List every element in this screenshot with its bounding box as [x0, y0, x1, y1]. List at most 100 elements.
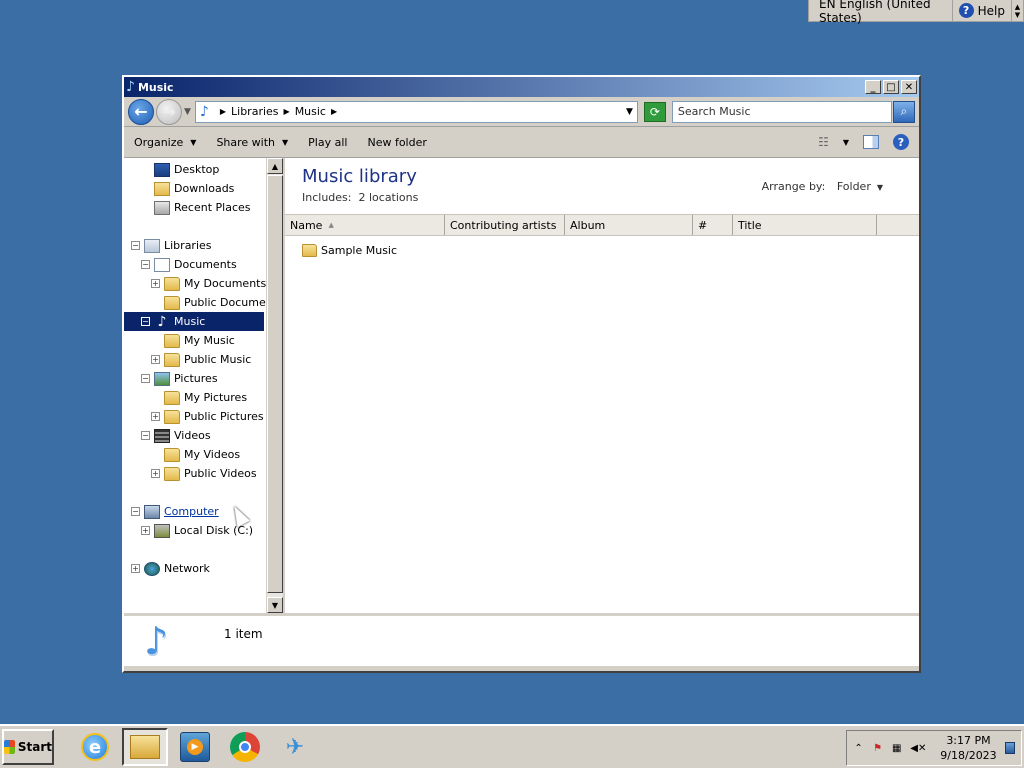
folder-icon: [130, 735, 160, 759]
nav-item-documents[interactable]: − Documents: [141, 255, 237, 274]
new-folder-button[interactable]: New folder: [367, 136, 426, 149]
nav-item-public-pictures[interactable]: + Public Pictures: [151, 407, 264, 426]
column-header-album[interactable]: Album: [565, 215, 693, 235]
help-icon[interactable]: ?: [893, 134, 909, 150]
collapse-icon[interactable]: −: [141, 260, 150, 269]
breadcrumb-separator-icon[interactable]: ▶: [284, 107, 290, 116]
column-header-title[interactable]: Title: [733, 215, 877, 235]
taskbar-internet-explorer[interactable]: e: [72, 728, 118, 766]
paper-plane-icon: ✈: [285, 734, 305, 760]
media-player-icon: ▶: [180, 732, 210, 762]
documents-library-icon: [154, 257, 170, 272]
address-field[interactable]: ♪ ▶ Libraries ▶ Music ▶ ▼: [194, 100, 638, 123]
nav-item-my-pictures[interactable]: My Pictures: [151, 388, 247, 407]
nav-item-downloads[interactable]: Downloads: [154, 179, 234, 198]
start-button[interactable]: Start: [2, 729, 54, 765]
view-dropdown-icon[interactable]: ▼: [843, 138, 849, 147]
nav-item-recent-places[interactable]: Recent Places: [154, 198, 251, 217]
item-count: 1 item: [224, 627, 263, 641]
nav-item-public-documents[interactable]: Public Documents: [151, 293, 266, 312]
nav-item-desktop[interactable]: Desktop: [154, 160, 219, 179]
nav-item-label: Public Music: [184, 353, 252, 366]
recent-pages-dropdown[interactable]: ▼: [184, 107, 191, 117]
preview-pane-icon[interactable]: [863, 135, 879, 149]
forward-button[interactable]: →: [156, 98, 182, 125]
expand-icon[interactable]: +: [151, 412, 160, 421]
collapse-icon[interactable]: −: [131, 507, 140, 516]
includes-locations-link[interactable]: 2 locations: [358, 191, 418, 204]
expand-icon[interactable]: +: [151, 469, 160, 478]
nav-item-public-videos[interactable]: + Public Videos: [151, 464, 257, 483]
search-input[interactable]: Search Music: [671, 100, 892, 123]
scroll-down-icon[interactable]: ▼: [267, 597, 283, 613]
nav-item-network[interactable]: + Network: [131, 559, 210, 578]
chevron-down-icon: ▼: [190, 137, 197, 147]
search-icon[interactable]: ⌕: [892, 100, 915, 123]
langbar-help-button[interactable]: ? Help: [953, 0, 1012, 21]
expand-icon[interactable]: +: [151, 355, 160, 364]
expand-icon[interactable]: +: [151, 279, 160, 288]
minimize-button[interactable]: _: [865, 80, 881, 94]
nav-item-libraries[interactable]: − Libraries: [131, 236, 212, 255]
nav-item-pictures[interactable]: − Pictures: [141, 369, 218, 388]
play-all-button[interactable]: Play all: [308, 136, 347, 149]
collapse-icon[interactable]: −: [141, 431, 150, 440]
list-item[interactable]: Sample Music: [302, 244, 397, 257]
network-status-icon[interactable]: ▦: [891, 741, 902, 755]
scroll-thumb[interactable]: [267, 175, 283, 593]
expand-icon[interactable]: +: [131, 564, 140, 573]
nav-item-my-documents[interactable]: + My Documents: [151, 274, 266, 293]
nav-item-label: Public Videos: [184, 467, 257, 480]
organize-button[interactable]: Organize ▼: [134, 136, 196, 149]
column-header-name[interactable]: Name ▲: [285, 215, 445, 235]
view-options-icon[interactable]: ☷: [818, 135, 829, 149]
breadcrumb-music[interactable]: Music: [295, 105, 326, 118]
nav-item-music[interactable]: − ♪ Music: [124, 312, 264, 331]
share-with-button[interactable]: Share with ▼: [216, 136, 288, 149]
show-desktop-button[interactable]: [1004, 742, 1015, 754]
action-center-icon[interactable]: ⚑: [872, 741, 883, 755]
column-header-number[interactable]: #: [693, 215, 733, 235]
nav-item-videos[interactable]: − Videos: [141, 426, 211, 445]
show-hidden-icons-icon[interactable]: ⌃: [853, 741, 864, 755]
taskbar-app[interactable]: ✈: [272, 728, 318, 766]
column-header-contributing-artists[interactable]: Contributing artists: [445, 215, 565, 235]
title-bar[interactable]: ♪ Music _ □ ✕: [124, 77, 919, 97]
nav-item-label: Desktop: [174, 163, 220, 176]
nav-item-public-music[interactable]: + Public Music: [151, 350, 251, 369]
back-button[interactable]: ←: [128, 98, 154, 125]
refresh-button[interactable]: ⟳: [643, 101, 666, 122]
breadcrumb-libraries[interactable]: Libraries: [231, 105, 279, 118]
taskbar-media-player[interactable]: ▶: [172, 728, 218, 766]
arrange-by-dropdown[interactable]: Folder ▼: [837, 180, 883, 193]
folder-icon: [302, 244, 317, 257]
help-label: Help: [977, 3, 1005, 18]
share-with-label: Share with: [216, 135, 276, 149]
breadcrumb-separator-icon[interactable]: ▶: [220, 107, 226, 116]
chrome-icon: [230, 732, 260, 762]
taskbar-chrome[interactable]: [222, 728, 268, 766]
breadcrumb-separator-icon[interactable]: ▶: [331, 107, 337, 116]
clock-time: 3:17 PM: [946, 734, 991, 747]
nav-scrollbar[interactable]: ▲ ▼: [266, 158, 283, 613]
taskbar-windows-explorer[interactable]: [122, 728, 168, 766]
scroll-up-icon[interactable]: ▲: [267, 158, 283, 174]
expand-icon[interactable]: +: [141, 526, 150, 535]
langbar-options-icon[interactable]: ▲ ▼: [1012, 0, 1023, 21]
address-dropdown-icon[interactable]: ▼: [626, 107, 633, 117]
maximize-button[interactable]: □: [883, 80, 899, 94]
nav-item-label: Public Documents: [184, 296, 266, 309]
language-selector[interactable]: EN English (United States): [809, 0, 953, 25]
nav-item-computer[interactable]: − Computer: [131, 502, 219, 521]
collapse-icon[interactable]: −: [131, 241, 140, 250]
arrange-by-label: Arrange by:: [761, 180, 826, 193]
collapse-icon[interactable]: −: [141, 374, 150, 383]
address-bar: ← → ▼ ♪ ▶ Libraries ▶ Music ▶ ▼ ⟳ Search…: [124, 97, 919, 127]
volume-muted-icon[interactable]: ◀✕: [910, 741, 926, 755]
nav-item-my-music[interactable]: My Music: [151, 331, 235, 350]
nav-item-label: Network: [164, 562, 210, 575]
collapse-icon[interactable]: −: [141, 317, 150, 326]
clock[interactable]: 3:17 PM 9/18/2023: [940, 733, 996, 763]
close-button[interactable]: ✕: [901, 80, 917, 94]
nav-item-my-videos[interactable]: My Videos: [151, 445, 240, 464]
